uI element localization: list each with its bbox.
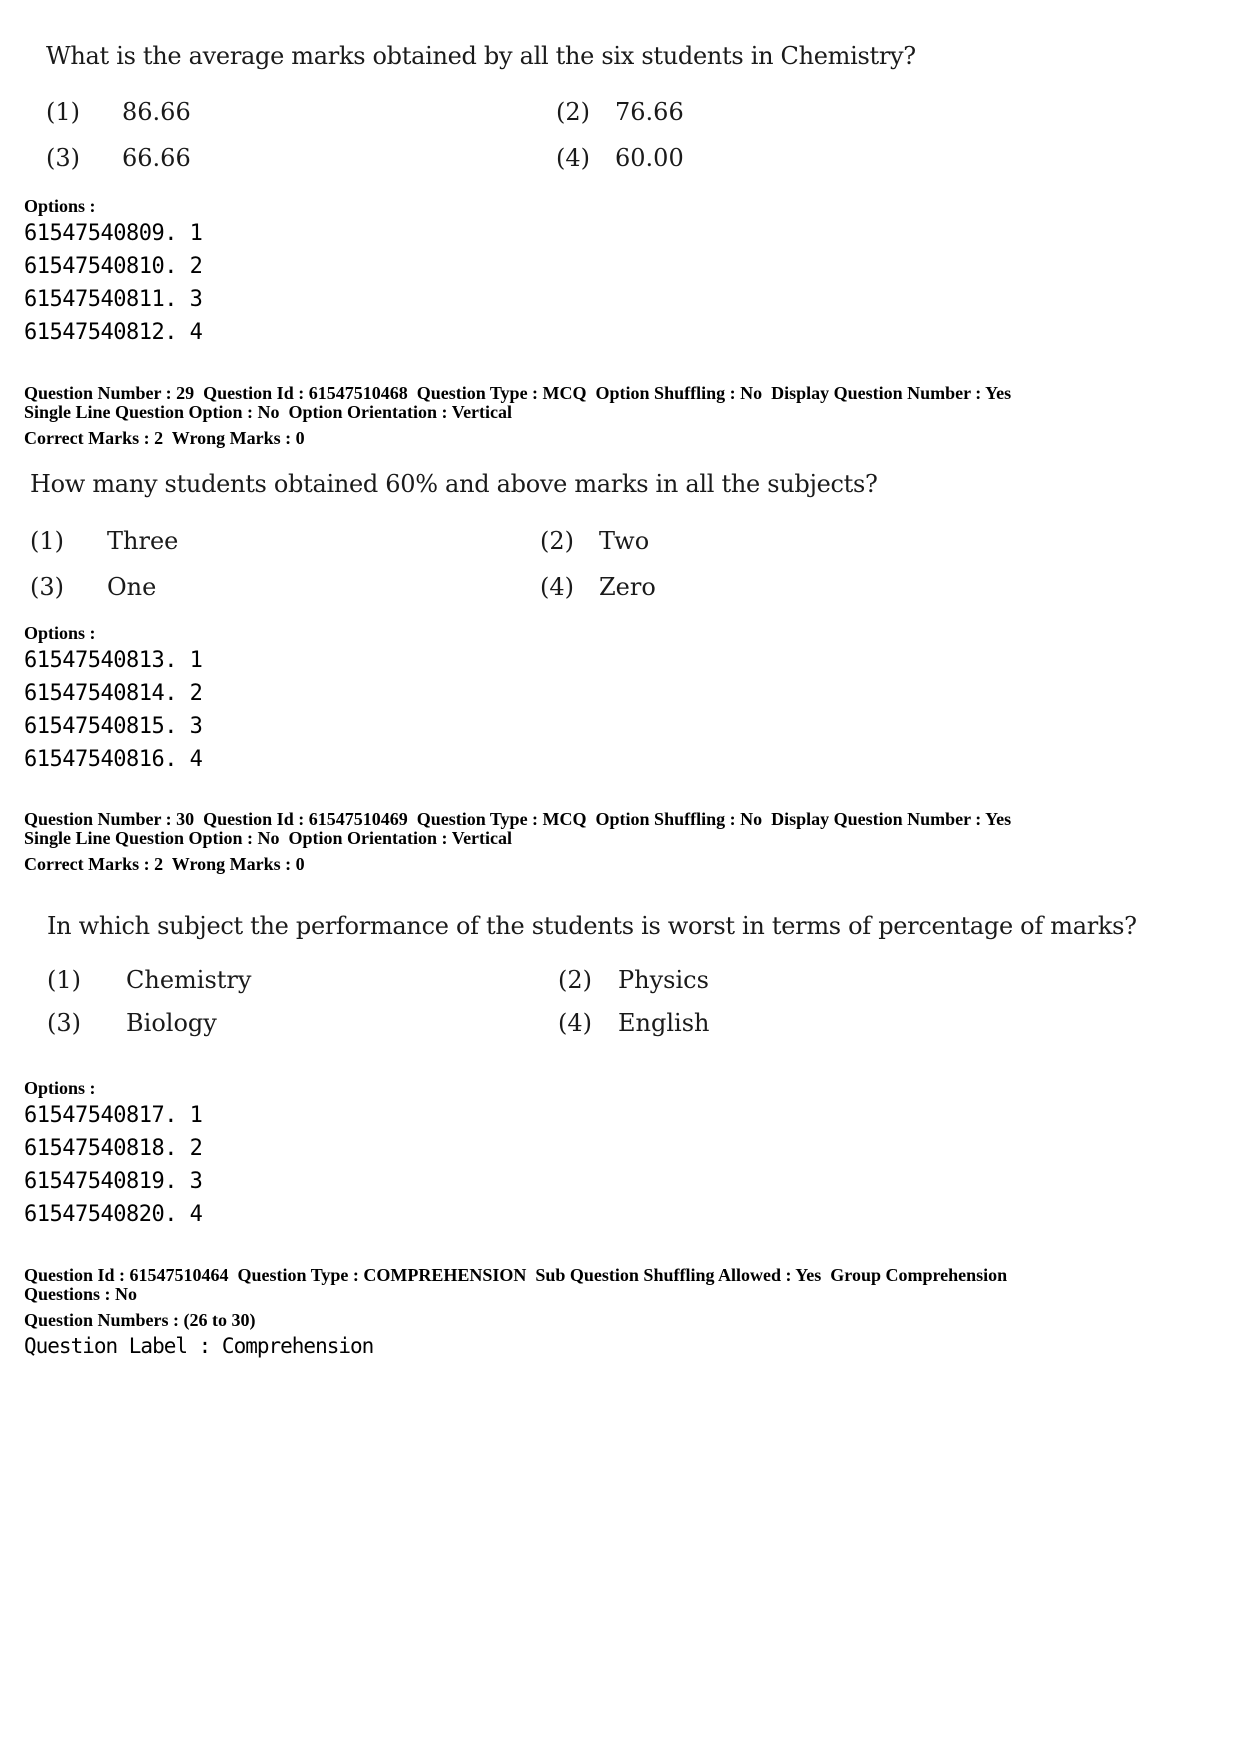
question-label: Question Label : Comprehension [24,1334,374,1358]
marks-line: Correct Marks : 2 Wrong Marks : 0 [24,854,305,874]
comprehension-meta-line: Questions : No [24,1284,138,1304]
option-id: 61547540820. 4 [24,1202,203,1227]
comprehension-meta-line: Question Id : 61547510464 Question Type … [24,1265,1008,1285]
question-text: How many students obtained 60% and above… [30,470,878,498]
option-id: 61547540817. 1 [24,1103,203,1128]
choice-text: 60.00 [615,144,684,172]
choice-number: (2) [558,966,592,994]
choice-text: Physics [618,966,709,994]
option-id: 61547540816. 4 [24,747,203,772]
question-meta-line: Question Number : 30 Question Id : 61547… [24,809,1012,829]
choice-number: (3) [30,573,64,601]
option-id: 61547540810. 2 [24,254,203,279]
choice-text: English [618,1009,710,1037]
option-id: 61547540819. 3 [24,1169,203,1194]
question-numbers-range: Question Numbers : (26 to 30) [24,1310,256,1330]
choice-text: Two [599,527,650,555]
option-id: 61547540815. 3 [24,714,203,739]
option-id: 61547540811. 3 [24,287,203,312]
choice-number: (3) [46,144,80,172]
choice-text: Chemistry [126,966,252,994]
choice-text: Biology [126,1009,217,1037]
choice-number: (1) [46,98,80,126]
question-meta-line: Single Line Question Option : No Option … [24,828,513,848]
choice-text: 76.66 [615,98,684,126]
option-id: 61547540814. 2 [24,681,203,706]
question-text: What is the average marks obtained by al… [46,42,916,70]
question-meta-line: Question Number : 29 Question Id : 61547… [24,383,1012,403]
choice-number: (2) [540,527,574,555]
option-id: 61547540818. 2 [24,1136,203,1161]
question-text: In which subject the performance of the … [47,912,1137,940]
options-label: Options : [24,1078,96,1098]
choice-number: (3) [47,1009,81,1037]
options-label: Options : [24,196,96,216]
option-id: 61547540812. 4 [24,320,203,345]
options-label: Options : [24,623,96,643]
choice-text: One [107,573,157,601]
choice-number: (2) [556,98,590,126]
option-id: 61547540813. 1 [24,648,203,673]
choice-number: (1) [30,527,64,555]
option-id: 61547540809. 1 [24,221,203,246]
choice-number: (4) [558,1009,592,1037]
choice-number: (4) [556,144,590,172]
choice-text: Three [107,527,179,555]
question-meta-line: Single Line Question Option : No Option … [24,402,513,422]
choice-number: (4) [540,573,574,601]
choice-text: Zero [599,573,656,601]
choice-number: (1) [47,966,81,994]
choice-text: 86.66 [122,98,191,126]
choice-text: 66.66 [122,144,191,172]
marks-line: Correct Marks : 2 Wrong Marks : 0 [24,428,305,448]
